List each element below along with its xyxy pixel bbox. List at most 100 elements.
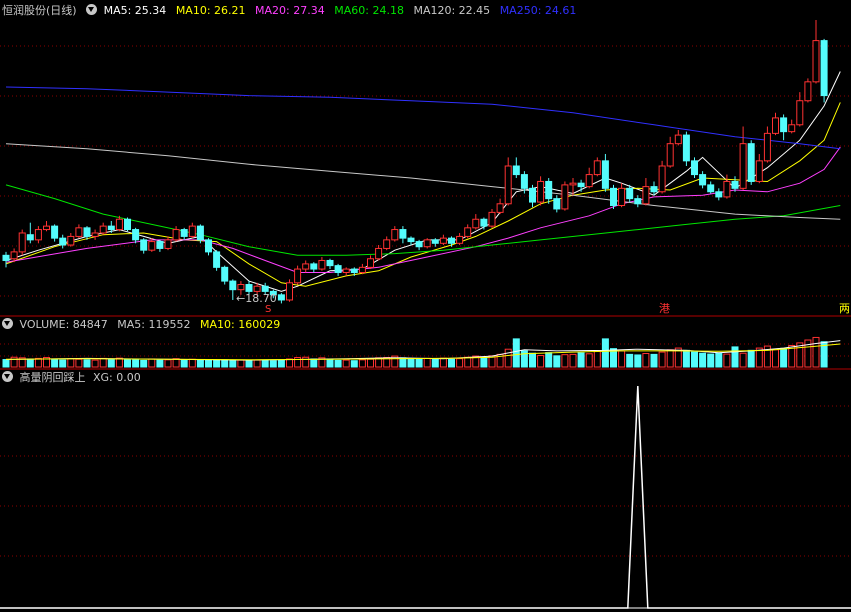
volume-bar (196, 359, 204, 368)
volume-bar (310, 358, 318, 368)
volume-bar (59, 359, 67, 368)
candle-body (431, 239, 439, 244)
candle-body (585, 174, 593, 188)
candle-body (253, 285, 261, 292)
candle-body (91, 232, 99, 237)
candle-body (164, 239, 172, 249)
dropdown-icon[interactable] (2, 371, 13, 382)
volume-bar (399, 357, 407, 368)
volume-bar (780, 347, 788, 368)
candle-body (132, 229, 140, 241)
candle-body (115, 218, 123, 231)
candle-body (367, 258, 374, 268)
marker-s: S (265, 304, 272, 315)
volume-bar (172, 358, 180, 368)
candle-body (480, 218, 488, 227)
candle-body (618, 187, 626, 207)
volume-bar (666, 349, 674, 368)
volume-bar (326, 358, 334, 368)
stock-chart (0, 20, 851, 609)
volume-bar (707, 353, 715, 368)
candle-body (796, 100, 804, 126)
candle-body (601, 160, 609, 189)
volume-bar (358, 359, 366, 368)
candle-body (553, 198, 561, 210)
volume-bar (10, 356, 18, 368)
volume-bar (269, 360, 277, 368)
ma-line-ma10 (5, 102, 841, 287)
volume-ma-line-ma10 (5, 343, 841, 361)
volume-bar (812, 336, 820, 368)
candle-body (140, 239, 148, 251)
dropdown-icon[interactable] (86, 4, 98, 15)
candle-body (691, 160, 698, 176)
volume-bar (51, 358, 59, 368)
candle-body (537, 180, 545, 203)
volume-bar (593, 350, 601, 368)
volume-bar (237, 359, 245, 368)
volume-bar (601, 338, 609, 368)
candle-body (172, 229, 180, 241)
volume-panel-header: VOLUME: 84847 MA5: 119552 MA10: 160029 (2, 318, 286, 332)
volume-bar (91, 359, 99, 368)
candle-body (545, 180, 553, 200)
candle-body (512, 165, 520, 176)
volume-bar (682, 349, 690, 368)
volume-bar (67, 358, 75, 368)
candle-body (439, 237, 447, 244)
volume-bar (577, 352, 585, 368)
volume-bar (83, 359, 91, 368)
candle-body (310, 263, 318, 270)
volume-bar (537, 355, 545, 368)
volume-bar (334, 359, 342, 368)
volume-ma-line-ma5 (5, 340, 841, 361)
candle-body (188, 225, 196, 237)
candle-body (804, 81, 812, 102)
candle-body (763, 132, 771, 162)
ma10-value: MA10: 26.21 (175, 4, 246, 17)
candle-body (407, 237, 415, 243)
candle-body (107, 225, 115, 231)
candle-body (610, 187, 617, 207)
volume-bar (277, 359, 285, 368)
volume-bar (124, 358, 131, 368)
candle-body (277, 294, 285, 301)
volume-bar (253, 359, 261, 368)
candle-body (658, 165, 666, 193)
candle-body (229, 280, 237, 291)
candle-body (456, 235, 464, 244)
candle-body (83, 227, 91, 237)
volume-bar (512, 338, 520, 368)
volume-bar (658, 351, 666, 368)
volume-value: VOLUME: 84847 (19, 318, 108, 331)
candle-body (213, 251, 221, 268)
candle-body (148, 241, 156, 251)
indicator-name: 高量阴回踩上 (19, 371, 86, 384)
volume-bar (448, 358, 455, 368)
candle-body (342, 268, 350, 273)
candle-body (10, 251, 18, 260)
marker-gang: 港 (659, 302, 670, 315)
volume-bar (439, 357, 447, 368)
volume-bar (75, 358, 83, 368)
volume-bar (456, 358, 464, 368)
candle-body (383, 239, 391, 249)
volume-bar (634, 354, 642, 368)
candle-body (496, 203, 504, 213)
candle-body (399, 229, 407, 239)
candle-body (294, 268, 302, 284)
candle-body (245, 284, 253, 292)
volume-bar (772, 349, 779, 368)
volume-bar (229, 359, 237, 368)
candle-body (2, 254, 10, 261)
candle-body (812, 40, 820, 83)
volume-bar (245, 359, 253, 368)
volume-bar (99, 357, 107, 368)
candle-body (780, 117, 788, 133)
candle-body (464, 227, 472, 237)
ma250-value: MA250: 24.61 (499, 4, 577, 17)
volume-bar (342, 359, 350, 368)
dropdown-icon[interactable] (2, 318, 13, 329)
ma5-value: MA5: 25.34 (103, 4, 167, 17)
candle-body (682, 134, 690, 162)
